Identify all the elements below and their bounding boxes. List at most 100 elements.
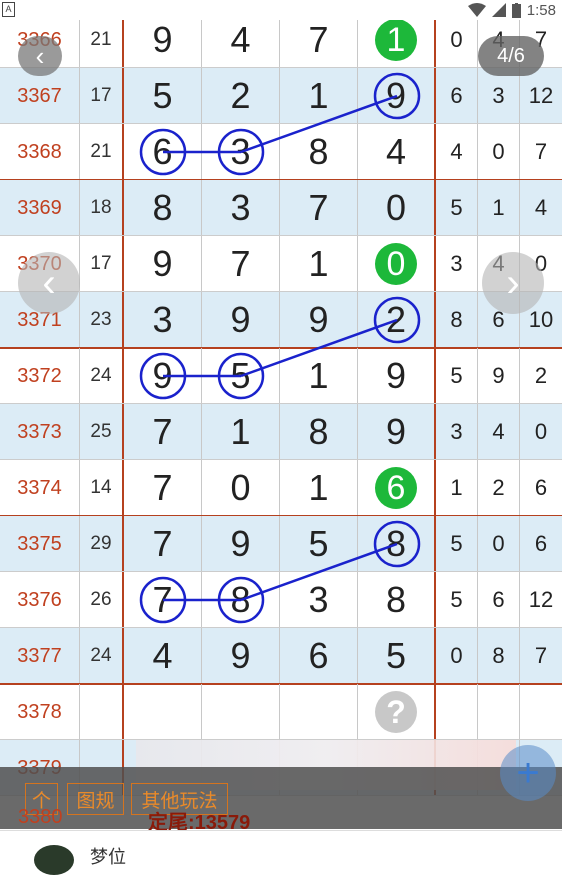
author-name[interactable]: 梦位: [90, 843, 126, 869]
span-cell: 3: [436, 236, 478, 292]
highlighted-digit: 0: [375, 243, 417, 285]
span-cell: 0: [534, 419, 548, 444]
results-table: 3366219471047336717521963123368216384407…: [0, 20, 562, 830]
sum-cell: 18: [80, 180, 124, 236]
sum-cell: 23: [80, 292, 124, 348]
sum-cell: [80, 684, 124, 740]
digit-cell: 7: [124, 572, 202, 628]
span-cell: 0: [436, 20, 478, 68]
digit-cell: 2: [202, 68, 280, 124]
span-cell: 3: [436, 404, 478, 460]
span-cell: [436, 684, 478, 740]
digit-cell: 9: [124, 236, 202, 292]
span-cell: 5: [436, 348, 478, 404]
digit-cell: 7: [124, 460, 202, 516]
sum-cell: 26: [80, 572, 124, 628]
sum-cell: 24: [80, 628, 124, 684]
next-image-button[interactable]: ›: [482, 252, 544, 314]
span-cell: 3: [478, 68, 520, 124]
clock-text: 1:58: [526, 1, 556, 19]
issue-cell: 3369: [0, 180, 80, 236]
span-cell: [520, 684, 562, 740]
table-row: 3368 21 6 3 8 4 4 0 7: [0, 124, 562, 180]
digit-cell: 4: [358, 124, 436, 180]
notification-icon: A: [2, 2, 15, 17]
digit-cell: [202, 684, 280, 740]
span-cell: 4: [436, 124, 478, 180]
digit-cell: 3: [124, 292, 202, 348]
table-row: 3372 24 9 5 1 9 5 9 2: [0, 348, 562, 404]
issue-cell: 3378: [0, 684, 80, 740]
digit-cell: 9: [202, 516, 280, 572]
digit-cell: 1: [202, 404, 280, 460]
digit-cell: 3: [202, 124, 280, 180]
span-cell: 5: [436, 516, 478, 572]
span-cell: 0: [436, 628, 478, 684]
span-cell: 8: [478, 628, 520, 684]
digit-cell: 8: [280, 124, 358, 180]
digit-cell: 9: [202, 628, 280, 684]
toolbar-button-chart-rules[interactable]: 图规: [67, 783, 124, 815]
digit-cell: 9: [358, 348, 436, 404]
digit-cell: 8: [202, 572, 280, 628]
digit-cell: 1: [280, 68, 358, 124]
digit-cell: 1: [280, 460, 358, 516]
digit-cell: 9: [124, 20, 202, 68]
digit-cell: 9: [358, 404, 436, 460]
digit-cell: 5: [124, 68, 202, 124]
signal-icon: [491, 3, 506, 17]
digit-cell: 4: [202, 20, 280, 68]
table-row: 3375 29 7 9 5 8 5 0 6: [0, 516, 562, 572]
digit-cell: 0: [202, 460, 280, 516]
digit-cell: 5: [280, 516, 358, 572]
digit-cell: 3: [202, 180, 280, 236]
sum-cell: 24: [80, 348, 124, 404]
avatar[interactable]: [34, 845, 74, 875]
back-button[interactable]: ‹: [18, 36, 62, 76]
previous-image-button[interactable]: ‹: [18, 252, 80, 314]
span-cell: 6: [534, 475, 548, 500]
sum-cell: 17: [80, 68, 124, 124]
bottom-toolbar: 个 图规 其他玩法: [0, 767, 562, 829]
digit-cell: 5: [358, 628, 436, 684]
span-cell: 12: [528, 587, 554, 612]
span-cell: 9: [478, 348, 520, 404]
digit-cell: [124, 684, 202, 740]
digit-cell: 8: [280, 404, 358, 460]
span-cell: 7: [534, 139, 548, 164]
span-cell: 5: [436, 180, 478, 236]
author-bar: 梦位: [0, 830, 562, 875]
span-cell: 0: [478, 124, 520, 180]
digit-cell: 7: [280, 20, 358, 68]
digit-cell: 1: [358, 20, 436, 68]
table-row: 3367 17 5 2 1 9 6 3 12: [0, 68, 562, 124]
page-indicator: 4/6: [478, 36, 544, 76]
digit-cell: 4: [124, 628, 202, 684]
digit-cell: 9: [124, 348, 202, 404]
digit-cell: 8: [358, 572, 436, 628]
unknown-result-icon: ?: [375, 691, 417, 733]
sum-cell: 17: [80, 236, 124, 292]
table-row: 3377 24 4 9 6 5 0 8 7: [0, 628, 562, 684]
issue-cell: 3373: [0, 404, 80, 460]
sum-cell: 21: [80, 20, 124, 68]
digit-cell: 0: [358, 180, 436, 236]
span-cell: 6: [436, 68, 478, 124]
span-cell: 4: [478, 404, 520, 460]
sum-cell: 29: [80, 516, 124, 572]
add-fab-button[interactable]: +: [500, 745, 556, 801]
issue-cell: 3374: [0, 460, 80, 516]
span-cell: 2: [478, 460, 520, 516]
span-cell: 2: [534, 363, 548, 388]
digit-cell: 6: [358, 460, 436, 516]
sum-cell: 25: [80, 404, 124, 460]
digit-cell: 1: [280, 236, 358, 292]
sum-cell: 14: [80, 460, 124, 516]
status-bar: A 1:58: [0, 0, 562, 20]
highlighted-digit: 6: [375, 467, 417, 509]
issue-cell: 3375: [0, 516, 80, 572]
digit-cell: 7: [124, 404, 202, 460]
span-cell: 1: [478, 180, 520, 236]
digit-cell: 7: [280, 180, 358, 236]
table-row: 3376 26 7 8 3 8 5 6 12: [0, 572, 562, 628]
